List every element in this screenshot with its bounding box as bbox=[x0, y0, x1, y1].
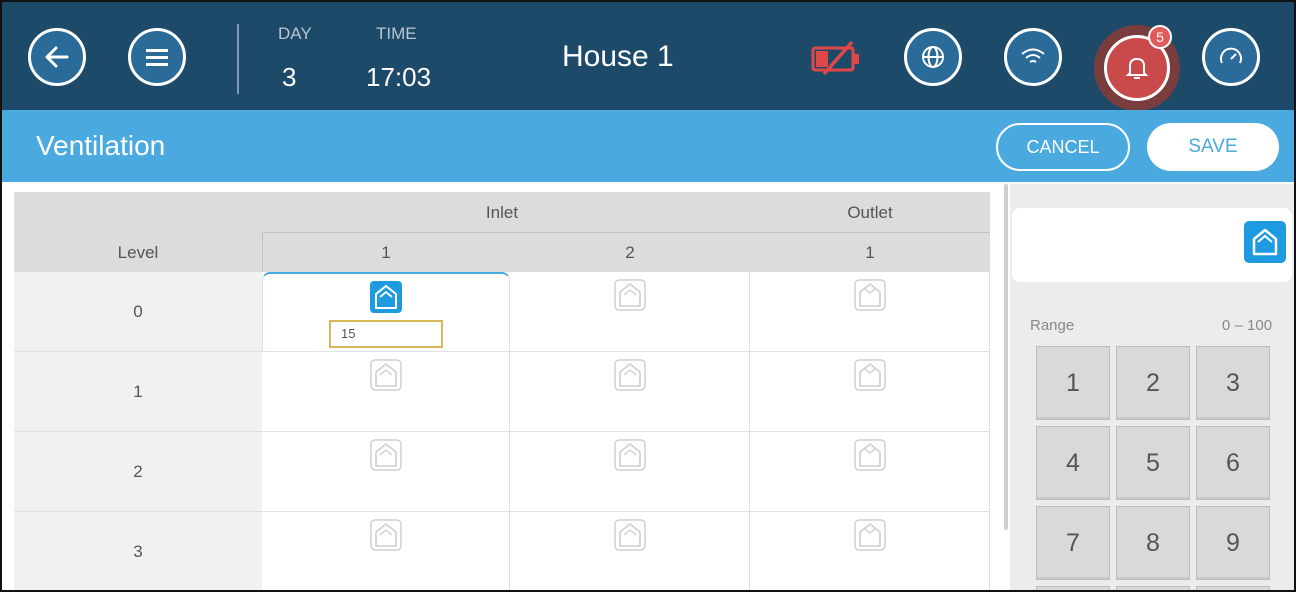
keypad-key-8[interactable]: 8 bbox=[1116, 506, 1190, 580]
title-bar: Ventilation CANCEL SAVE bbox=[2, 110, 1294, 182]
menu-icon bbox=[146, 49, 168, 66]
ventilation-cell[interactable] bbox=[510, 352, 750, 432]
ventilation-cell[interactable] bbox=[262, 432, 510, 512]
inlet-icon[interactable] bbox=[613, 279, 646, 311]
inlet-icon[interactable] bbox=[613, 519, 646, 551]
keypad-key-partial-right[interactable] bbox=[1196, 586, 1270, 590]
keypad-key-partial-mid[interactable] bbox=[1116, 586, 1190, 590]
keypad-key-3[interactable]: 3 bbox=[1196, 346, 1270, 420]
time-label: TIME bbox=[376, 24, 417, 43]
page-title: Ventilation bbox=[36, 130, 166, 161]
level-cell: 3 bbox=[14, 512, 262, 590]
inlet-icon[interactable] bbox=[369, 519, 402, 551]
table-row: 3 bbox=[14, 512, 990, 590]
ventilation-cell[interactable] bbox=[262, 352, 510, 432]
bell-icon bbox=[1125, 57, 1149, 79]
keypad-panel: Range 0 – 100 123 456 789 bbox=[1010, 184, 1294, 590]
level-cell: 1 bbox=[14, 352, 262, 432]
wifi-icon bbox=[1021, 48, 1045, 63]
level-header: Level bbox=[117, 243, 159, 262]
globe-icon bbox=[922, 46, 944, 68]
outlet-icon[interactable] bbox=[853, 439, 886, 471]
top-bar: DAY 3 TIME 17:03 House 1 5 bbox=[2, 2, 1294, 111]
ventilation-cell[interactable] bbox=[262, 512, 510, 590]
back-button[interactable] bbox=[28, 28, 86, 86]
inlet-icon[interactable] bbox=[369, 439, 402, 471]
inlet-icon[interactable] bbox=[613, 439, 646, 471]
keypad-key-7[interactable]: 7 bbox=[1036, 506, 1110, 580]
save-button[interactable]: SAVE bbox=[1147, 123, 1279, 171]
outlet-icon[interactable] bbox=[853, 279, 886, 311]
keypad-key-2[interactable]: 2 bbox=[1116, 346, 1190, 420]
gauge-icon bbox=[1220, 47, 1242, 64]
ventilation-cell[interactable] bbox=[750, 432, 990, 512]
range-value: 0 – 100 bbox=[1222, 317, 1273, 334]
outlet-icon[interactable] bbox=[853, 519, 886, 551]
ventilation-cell[interactable] bbox=[750, 352, 990, 432]
network-button[interactable] bbox=[1004, 28, 1062, 86]
ventilation-cell[interactable] bbox=[510, 512, 750, 590]
ventilation-cell[interactable] bbox=[510, 272, 750, 352]
level-cell: 2 bbox=[14, 432, 262, 512]
keypad-key-1[interactable]: 1 bbox=[1036, 346, 1110, 420]
day-value: 3 bbox=[282, 62, 297, 92]
app-window: DAY 3 TIME 17:03 House 1 5 Ventilation C… bbox=[0, 0, 1296, 592]
range-label: Range bbox=[1030, 317, 1075, 334]
inlet-icon[interactable] bbox=[613, 359, 646, 391]
outlet-group-header: Outlet bbox=[847, 203, 893, 222]
day-label: DAY bbox=[278, 24, 312, 43]
header-rule bbox=[262, 232, 990, 233]
table-row: 1 bbox=[14, 352, 990, 432]
table-group-header: Inlet Outlet bbox=[14, 192, 990, 232]
keypad-key-4[interactable]: 4 bbox=[1036, 426, 1110, 500]
menu-button[interactable] bbox=[128, 28, 186, 86]
table-row: 2 bbox=[14, 432, 990, 512]
inlet-2-header: 2 bbox=[625, 243, 635, 262]
level-value-input[interactable]: 15 bbox=[329, 320, 443, 348]
selected-device-card bbox=[1012, 208, 1292, 282]
table-row: 0 15 bbox=[14, 272, 990, 352]
dashboard-button[interactable] bbox=[1202, 28, 1260, 86]
ventilation-cell[interactable] bbox=[750, 512, 990, 590]
ventilation-table: Inlet Outlet Level 1 2 1 0 15 1 2 3 bbox=[14, 192, 994, 590]
ventilation-cell[interactable]: 15 bbox=[262, 272, 510, 352]
house-name: House 1 bbox=[562, 40, 674, 73]
outlet-icon[interactable] bbox=[853, 359, 886, 391]
inlet-1-header: 1 bbox=[381, 243, 391, 262]
keypad-key-9[interactable]: 9 bbox=[1196, 506, 1270, 580]
inlet-open-icon bbox=[1244, 221, 1286, 263]
header-divider bbox=[237, 24, 239, 94]
level-cell: 0 bbox=[14, 272, 262, 352]
notification-badge: 5 bbox=[1148, 25, 1172, 49]
inlet-group-header: Inlet bbox=[485, 203, 519, 222]
table-column-header: Level 1 2 1 bbox=[14, 232, 990, 272]
keypad-key-5[interactable]: 5 bbox=[1116, 426, 1190, 500]
inlet-icon[interactable] bbox=[369, 359, 402, 391]
keypad-key-partial-left[interactable] bbox=[1036, 586, 1110, 590]
table-scrollbar[interactable] bbox=[1004, 184, 1008, 530]
ventilation-cell[interactable] bbox=[510, 432, 750, 512]
ventilation-cell[interactable] bbox=[750, 272, 990, 352]
time-value: 17:03 bbox=[366, 62, 432, 92]
keypad-key-6[interactable]: 6 bbox=[1196, 426, 1270, 500]
back-arrow-icon bbox=[45, 46, 69, 68]
outlet-1-header: 1 bbox=[865, 243, 875, 262]
language-button[interactable] bbox=[904, 28, 962, 86]
inlet-open-icon[interactable] bbox=[370, 281, 402, 313]
cancel-button[interactable]: CANCEL bbox=[996, 123, 1130, 171]
battery-low-icon bbox=[810, 40, 866, 81]
